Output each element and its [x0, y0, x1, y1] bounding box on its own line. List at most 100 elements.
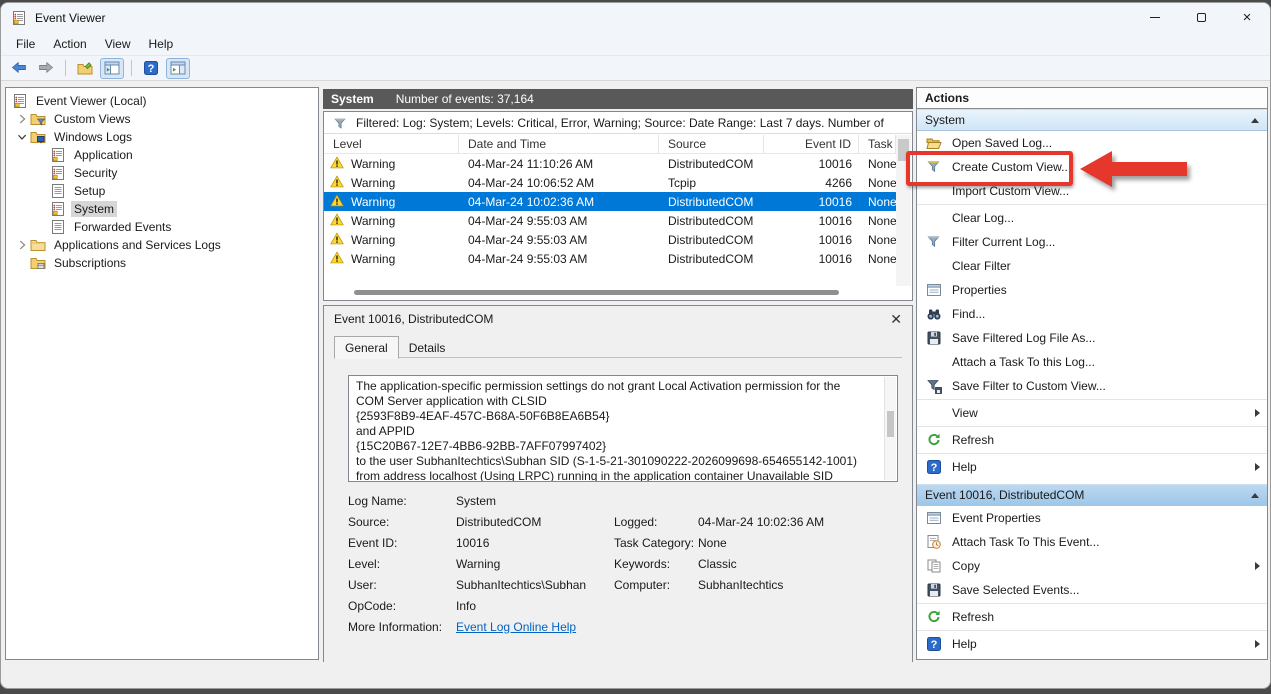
- maximize-button[interactable]: [1178, 3, 1224, 32]
- chevron-right-icon[interactable]: [14, 111, 30, 127]
- action-event-properties[interactable]: Event Properties: [917, 506, 1267, 530]
- event-level: Warning: [351, 252, 395, 266]
- menu-file[interactable]: File: [7, 34, 44, 54]
- detail-close-icon[interactable]: ✕: [890, 312, 902, 326]
- filter-funnel-icon: [926, 234, 942, 250]
- action-refresh[interactable]: Refresh: [917, 428, 1267, 452]
- column-header-event-id[interactable]: Event ID: [764, 135, 859, 153]
- toolbar-back-button[interactable]: [7, 58, 31, 79]
- scrollbar-thumb[interactable]: [354, 290, 839, 295]
- help-icon: ?: [143, 60, 159, 76]
- toolbar-help-button[interactable]: ?: [139, 58, 163, 79]
- event-row[interactable]: Warning04-Mar-24 10:06:52 AMTcpip4266Non…: [324, 173, 896, 192]
- tree-item-applications-and-services-logs[interactable]: Applications and Services Logs: [6, 236, 318, 254]
- menu-view[interactable]: View: [96, 34, 140, 54]
- detail-tabs: GeneralDetails: [334, 335, 902, 358]
- tree-item-label: Windows Logs: [51, 129, 135, 145]
- actions-section-header[interactable]: System: [917, 109, 1267, 131]
- log-plain-icon: [50, 183, 66, 199]
- action-attach-a-task-to-this-log[interactable]: Attach a Task To this Log...: [917, 350, 1267, 374]
- event-task-category: None: [859, 195, 896, 209]
- refresh-icon: [926, 609, 942, 625]
- menu-help[interactable]: Help: [140, 34, 183, 54]
- toolbar-export-button[interactable]: [73, 58, 97, 79]
- action-save-filter-to-custom-view[interactable]: Save Filter to Custom View...: [917, 374, 1267, 398]
- action-save-filtered-log-file-as[interactable]: Save Filtered Log File As...: [917, 326, 1267, 350]
- tab-details[interactable]: Details: [399, 337, 456, 358]
- tree-item-subscriptions[interactable]: Subscriptions: [6, 254, 318, 272]
- menu-action[interactable]: Action: [44, 34, 95, 54]
- tree-item-security[interactable]: Security: [6, 164, 318, 182]
- toolbar-show-action-pane-button[interactable]: [166, 58, 190, 79]
- action-filter-current-log[interactable]: Filter Current Log...: [917, 230, 1267, 254]
- save-icon: [926, 330, 942, 346]
- description-scrollbar[interactable]: [884, 377, 896, 480]
- event-count: Number of events: 37,164: [396, 92, 534, 106]
- toolbar-show-console-tree-button[interactable]: [100, 58, 124, 79]
- action-clear-log[interactable]: Clear Log...: [917, 206, 1267, 230]
- action-help[interactable]: ?Help: [917, 632, 1267, 656]
- open-folder-icon: [926, 135, 942, 151]
- toolbar-forward-button[interactable]: [34, 58, 58, 79]
- horizontal-scrollbar[interactable]: [326, 289, 894, 296]
- column-header-task-category[interactable]: Task Category: [859, 135, 896, 153]
- window-title: Event Viewer: [35, 11, 105, 25]
- column-header-date-and-time[interactable]: Date and Time: [459, 135, 659, 153]
- filter-bar[interactable]: Filtered: Log: System; Levels: Critical,…: [324, 112, 912, 134]
- event-level: Warning: [351, 176, 395, 190]
- scrollbar-thumb[interactable]: [887, 411, 894, 437]
- action-copy[interactable]: Copy: [917, 554, 1267, 578]
- tree-item-forwarded-events[interactable]: Forwarded Events: [6, 218, 318, 236]
- tree-item-label: Custom Views: [51, 111, 133, 127]
- column-header-source[interactable]: Source: [659, 135, 764, 153]
- event-source: DistributedCOM: [659, 195, 764, 209]
- event-row[interactable]: Warning04-Mar-24 9:55:03 AMDistributedCO…: [324, 249, 896, 268]
- tree-item-setup[interactable]: Setup: [6, 182, 318, 200]
- close-button[interactable]: ×: [1224, 3, 1270, 32]
- console-tree-panel: Event Viewer (Local)Custom Views Windows …: [5, 87, 319, 660]
- event-row[interactable]: Warning04-Mar-24 9:55:03 AMDistributedCO…: [324, 230, 896, 249]
- tree-item-application[interactable]: Application: [6, 146, 318, 164]
- action-view[interactable]: View: [917, 401, 1267, 425]
- actions-section-header[interactable]: Event 10016, DistributedCOM: [917, 484, 1267, 506]
- properties-icon: [926, 510, 942, 526]
- help-icon: ?: [926, 636, 942, 652]
- tree-expander-spacer: [34, 183, 50, 199]
- log-event-icon: [50, 147, 66, 163]
- column-header-level[interactable]: Level: [324, 135, 459, 153]
- event-datetime: 04-Mar-24 10:02:36 AM: [459, 195, 659, 209]
- status-bar: [1, 662, 1270, 688]
- action-find[interactable]: Find...: [917, 302, 1267, 326]
- event-datetime: 04-Mar-24 9:55:03 AM: [459, 233, 659, 247]
- action-separator: [917, 453, 1267, 454]
- tree-item-label: System: [71, 201, 117, 217]
- field-value: SubhanItechtics: [698, 578, 783, 592]
- event-row[interactable]: Warning04-Mar-24 9:55:03 AMDistributedCO…: [324, 211, 896, 230]
- tree-item-windows-logs[interactable]: Windows Logs: [6, 128, 318, 146]
- collapse-arrow-icon[interactable]: [1251, 493, 1259, 498]
- event-id: 10016: [764, 233, 859, 247]
- chevron-right-icon[interactable]: [14, 237, 30, 253]
- action-help[interactable]: ?Help: [917, 455, 1267, 479]
- chevron-down-icon[interactable]: [14, 129, 30, 145]
- tree-expander-spacer: [34, 201, 50, 217]
- action-icon-spacer: [926, 354, 942, 370]
- action-clear-filter[interactable]: Clear Filter: [917, 254, 1267, 278]
- event-row[interactable]: Warning04-Mar-24 10:02:36 AMDistributedC…: [324, 192, 896, 211]
- action-refresh[interactable]: Refresh: [917, 605, 1267, 629]
- event-log-online-help-link[interactable]: Event Log Online Help: [456, 620, 576, 634]
- collapse-arrow-icon[interactable]: [1251, 118, 1259, 123]
- event-task-category: None: [859, 176, 896, 190]
- action-attach-task-to-this-event[interactable]: Attach Task To This Event...: [917, 530, 1267, 554]
- tree-item-system[interactable]: System: [6, 200, 318, 218]
- help-icon: ?: [926, 459, 942, 475]
- event-row[interactable]: Warning04-Mar-24 11:10:26 AMDistributedC…: [324, 154, 896, 173]
- tree-item-event-viewer-local[interactable]: Event Viewer (Local): [6, 92, 318, 110]
- tree-item-custom-views[interactable]: Custom Views: [6, 110, 318, 128]
- action-save-selected-events[interactable]: Save Selected Events...: [917, 578, 1267, 602]
- table-header-row: LevelDate and TimeSourceEvent IDTask Cat…: [324, 135, 896, 154]
- event-viewer-icon: [12, 93, 28, 109]
- minimize-button[interactable]: [1132, 3, 1178, 32]
- tab-general[interactable]: General: [334, 336, 399, 359]
- action-properties[interactable]: Properties: [917, 278, 1267, 302]
